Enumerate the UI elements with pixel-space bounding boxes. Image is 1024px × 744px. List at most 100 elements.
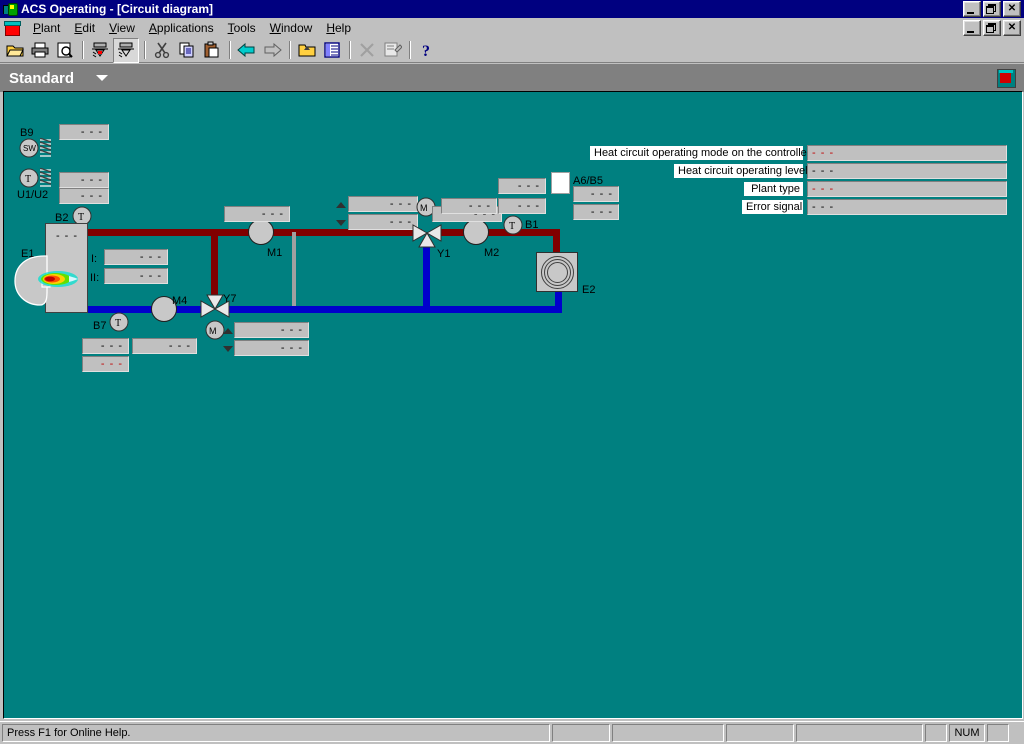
mdi-child-controls: ✕	[963, 20, 1021, 36]
mid-field-1[interactable]: - - -	[348, 196, 418, 212]
menu-item-tools[interactable]: Tools	[221, 19, 263, 37]
download-plant-icon[interactable]	[88, 39, 112, 62]
info-row-label-0: Heat circuit operating mode on the contr…	[589, 145, 810, 161]
sensor-b1-label: B1	[525, 219, 539, 231]
sensor-u-value[interactable]: - - -	[59, 172, 109, 188]
mdi-document-icon[interactable]	[4, 21, 21, 36]
menu-item-window[interactable]: Window	[263, 19, 320, 37]
back-arrow-icon[interactable]	[235, 39, 259, 62]
menu-item-plant[interactable]: PPlantlant	[26, 19, 67, 37]
minimize-button[interactable]	[963, 1, 981, 17]
bottom-field-3[interactable]: - - -	[82, 356, 129, 372]
boiler-stage2-value[interactable]: - - -	[104, 268, 168, 284]
chevron-down-icon[interactable]	[96, 75, 109, 81]
status-pane-2	[612, 724, 724, 742]
valve-y7-motor-icon[interactable]: M	[205, 320, 225, 340]
menu-item-edit[interactable]: Edit	[67, 19, 102, 37]
pump-m2[interactable]	[463, 219, 489, 245]
ab-value-2[interactable]: - - -	[573, 204, 619, 220]
toolbar-separator	[409, 41, 411, 59]
cut-icon[interactable]	[150, 39, 174, 62]
sensor-u1u2-label: U1/U2	[17, 189, 49, 201]
boiler-stage1-label: I:	[91, 253, 98, 265]
valve-y7-up-value[interactable]: - - -	[234, 322, 309, 338]
open-icon[interactable]	[3, 39, 27, 62]
svg-text:T: T	[25, 174, 31, 185]
toolbar: ?	[0, 37, 1024, 63]
title-bar: ACS Operating - [Circuit diagram] ✕	[0, 0, 1024, 18]
pump-m2-label: M2	[484, 247, 500, 259]
flame-icon	[38, 271, 78, 287]
bottom-field-1[interactable]: - - -	[82, 338, 129, 354]
status-pane-4	[796, 724, 923, 742]
info-row-value-2[interactable]: - - -	[807, 181, 1007, 197]
status-indicator[interactable]	[551, 172, 570, 194]
menu-item-view[interactable]: View	[102, 19, 142, 37]
close-button[interactable]: ✕	[1003, 1, 1021, 17]
status-pane-6	[987, 724, 1009, 742]
ab-value-1[interactable]: - - -	[573, 186, 619, 202]
boiler-value[interactable]: - - -	[52, 230, 82, 244]
view-selector-bar: Standard	[0, 63, 1024, 92]
circuit-diagram-icon[interactable]	[997, 68, 1016, 88]
diagram-canvas-container: B9 - - - SW T - - - U1/U2 - - - B2 T E1 …	[3, 91, 1023, 719]
view-selector-label: Standard	[9, 69, 75, 87]
forward-arrow-icon[interactable]	[260, 39, 284, 62]
status-pane-3	[726, 724, 794, 742]
radiator-icon[interactable]	[536, 252, 578, 292]
svg-text:M: M	[420, 203, 428, 213]
svg-text:T: T	[115, 318, 121, 329]
svg-text:SW: SW	[23, 144, 36, 153]
ab-left-value-2[interactable]: - - -	[441, 198, 497, 214]
info-row-value-0[interactable]: - - -	[807, 145, 1007, 161]
return-pipe-from-e2	[555, 292, 562, 311]
mid-field-2[interactable]: - - -	[348, 214, 418, 230]
ab-left-value-1[interactable]: - - -	[498, 178, 546, 194]
mid-down-arrow[interactable]	[336, 220, 346, 226]
properties-icon[interactable]	[380, 39, 404, 62]
list-view-icon[interactable]	[320, 39, 344, 62]
upload-plant-icon[interactable]	[113, 37, 139, 63]
restore-button[interactable]	[983, 1, 1001, 17]
temperature-sensor-icon-b7[interactable]: T	[109, 312, 129, 332]
sun-sensor-icon[interactable]: SW	[18, 138, 54, 159]
info-row-value-1[interactable]: - - -	[807, 163, 1007, 179]
application-window: ACS Operating - [Circuit diagram] ✕ PPla…	[0, 0, 1024, 744]
copy-icon[interactable]	[175, 39, 199, 62]
help-icon[interactable]: ?	[415, 39, 439, 62]
delete-icon[interactable]	[355, 39, 379, 62]
bypass-line	[292, 232, 296, 309]
svg-text:T: T	[509, 221, 515, 232]
num-lock-indicator: NUM	[949, 724, 985, 742]
window-title: ACS Operating - [Circuit diagram]	[21, 2, 214, 16]
print-preview-icon[interactable]	[53, 39, 77, 62]
paste-icon[interactable]	[200, 39, 224, 62]
app-icon	[2, 2, 18, 16]
print-icon[interactable]	[28, 39, 52, 62]
mid-up-arrow[interactable]	[336, 202, 346, 208]
ab-left-value-3[interactable]: - - -	[498, 198, 546, 214]
circuit-diagram-canvas[interactable]: B9 - - - SW T - - - U1/U2 - - - B2 T E1 …	[4, 92, 1020, 716]
sensor-u1u2-value[interactable]: - - -	[59, 188, 109, 204]
pump-m1[interactable]	[248, 219, 274, 245]
info-row-label-1: Heat circuit operating level	[673, 163, 808, 179]
mdi-minimize-button[interactable]	[963, 20, 981, 36]
valve-y7-up-arrow[interactable]	[223, 328, 233, 334]
valve-y7-down-arrow[interactable]	[223, 346, 233, 352]
temperature-sensor-icon-u[interactable]: T	[18, 168, 54, 189]
mdi-restore-button[interactable]	[983, 20, 1001, 36]
status-message: Press F1 for Online Help.	[2, 724, 550, 742]
temperature-sensor-icon-b1[interactable]: T	[503, 215, 523, 235]
info-row-label-3: Error signal	[741, 199, 804, 215]
menu-item-applications[interactable]: Applications	[142, 19, 221, 37]
pump-m1-value[interactable]: - - -	[224, 206, 290, 222]
mdi-close-button[interactable]: ✕	[1003, 20, 1021, 36]
sensor-b9-value[interactable]: - - -	[59, 124, 109, 140]
info-row-value-3[interactable]: - - -	[807, 199, 1007, 215]
bottom-field-2[interactable]: - - -	[132, 338, 197, 354]
up-folder-icon[interactable]	[295, 39, 319, 62]
boiler-stage1-value[interactable]: - - -	[104, 249, 168, 265]
valve-y7-down-value[interactable]: - - -	[234, 340, 309, 356]
menu-item-help[interactable]: Help	[319, 19, 358, 37]
status-pane-5	[925, 724, 947, 742]
